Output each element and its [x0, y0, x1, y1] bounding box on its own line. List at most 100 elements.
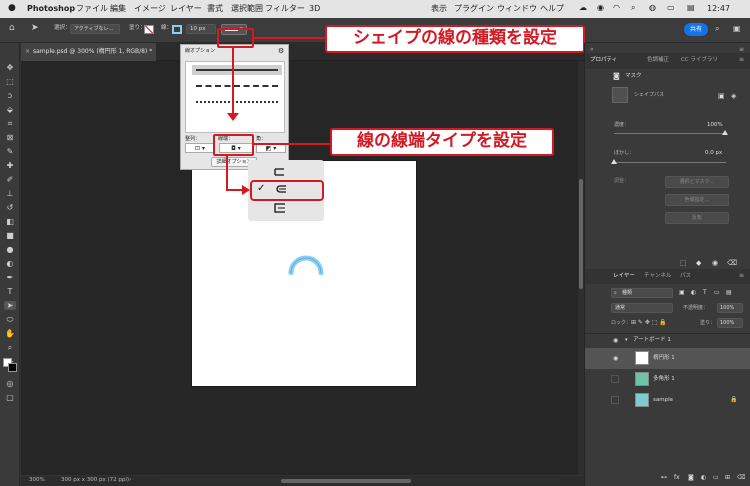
workspace-icon[interactable]: ▣ — [733, 25, 741, 33]
screen-mode-icon[interactable]: ▢ — [4, 393, 16, 402]
filter-adjust-icon[interactable]: ◐ — [691, 290, 696, 296]
horizontal-scroll-thumb[interactable] — [281, 479, 411, 483]
app-name-menu[interactable]: Photoshop — [27, 5, 75, 13]
document-tab[interactable]: × sample.psd @ 300% (楕円形 1, RGB/8) * — [21, 43, 156, 61]
dodge-tool-icon[interactable]: ◐ — [4, 259, 16, 268]
filter-smart-icon[interactable]: ▤ — [726, 290, 732, 296]
line-option-solid[interactable] — [192, 65, 282, 75]
wifi-icon[interactable]: ◠ — [613, 4, 620, 12]
color-range-button[interactable]: 色域指定… — [665, 194, 729, 206]
lasso-tool-icon[interactable]: ↄ — [4, 91, 16, 100]
feather-slider[interactable] — [611, 159, 726, 164]
gradient-tool-icon[interactable]: ■ — [4, 231, 16, 240]
stamp-tool-icon[interactable]: ⊥ — [4, 189, 16, 198]
gear-icon[interactable]: ⚙ — [278, 48, 284, 55]
home-icon[interactable]: ⌂ — [9, 24, 15, 33]
frame-tool-icon[interactable]: ⊠ — [4, 133, 16, 142]
battery-icon[interactable]: ▭ — [667, 4, 675, 12]
marquee-tool-icon[interactable]: ⬚ — [4, 77, 16, 86]
shape-tool-icon[interactable]: ⬭ — [4, 315, 16, 324]
close-icon[interactable]: × — [25, 49, 30, 55]
eyedropper-tool-icon[interactable]: ✎ — [4, 147, 16, 156]
add-pixel-mask-icon[interactable]: ▣ — [718, 93, 725, 100]
user-icon[interactable]: ◍ — [649, 4, 656, 12]
horizontal-scrollbar[interactable] — [161, 478, 561, 484]
add-vector-mask-icon[interactable]: ◈ — [731, 93, 736, 100]
line-option-dashed[interactable] — [192, 81, 282, 91]
delete-icon[interactable]: ⌫ — [727, 260, 737, 267]
clock[interactable]: 12:47 — [707, 5, 730, 13]
control-center-icon[interactable]: ▤ — [687, 4, 695, 12]
layer-filter-dropdown[interactable]: ⌕ 種類 — [611, 288, 673, 298]
line-option-dotted[interactable] — [192, 97, 282, 107]
chevron-right-icon[interactable]: › — [129, 477, 131, 484]
menu-filter[interactable]: フィルター — [265, 5, 305, 13]
arc-shape[interactable] — [286, 251, 326, 275]
tab-layers[interactable]: レイヤー — [613, 273, 635, 280]
visibility-toggle[interactable] — [611, 375, 619, 383]
pen-tool-icon[interactable]: ✒ — [4, 273, 16, 282]
link-icon[interactable]: ⊷ — [661, 475, 667, 481]
opacity-field[interactable]: 100% — [717, 303, 743, 313]
fill-field[interactable]: 100% — [717, 318, 743, 328]
crop-tool-icon[interactable]: ⌗ — [4, 119, 16, 128]
filter-type-icon[interactable]: T — [703, 290, 707, 296]
menu-type[interactable]: 書式 — [207, 5, 223, 13]
tab-paths[interactable]: パス — [680, 273, 691, 280]
select-dropdown[interactable]: アクティブなレ… — [70, 24, 120, 34]
sync-icon[interactable]: ◉ — [597, 4, 604, 12]
eye-icon[interactable]: ◉ — [613, 338, 618, 344]
artboard-row[interactable]: ◉ ▾ アートボード 1 — [585, 333, 750, 347]
stroke-width-field[interactable]: 10 px — [186, 24, 216, 34]
layer-row-sample[interactable]: sample 🔒 — [585, 390, 750, 411]
tab-properties[interactable]: プロパティ — [590, 57, 617, 64]
hand-tool-icon[interactable]: ✋ — [4, 329, 16, 338]
background-color-swatch[interactable] — [8, 363, 17, 372]
menu-select[interactable]: 選択範囲 — [231, 5, 263, 13]
panel-menu-icon[interactable]: ≡ — [739, 273, 744, 279]
load-selection-icon[interactable]: ⬚ — [680, 260, 687, 267]
chevron-down-icon[interactable]: ▾ — [625, 338, 628, 343]
apply-mask-icon[interactable]: ◆ — [696, 260, 701, 267]
density-slider[interactable] — [614, 130, 728, 135]
search-icon[interactable]: ⌕ — [631, 4, 635, 12]
menu-image[interactable]: イメージ — [134, 5, 166, 13]
select-and-mask-button[interactable]: 選択とマスク… — [665, 176, 729, 188]
healing-tool-icon[interactable]: ✚ — [4, 161, 16, 170]
lock-icons[interactable]: ⊞ ✎ ✥ ⬚ 🔒 — [631, 320, 667, 326]
new-layer-icon[interactable]: ⊞ — [725, 475, 730, 481]
tab-channels[interactable]: チャンネル — [644, 273, 671, 280]
zoom-tool-icon[interactable]: ⌕ — [4, 343, 16, 352]
fill-swatch[interactable] — [144, 25, 154, 34]
object-select-tool-icon[interactable]: ⬙ — [4, 105, 16, 114]
layer-row-ellipse[interactable]: ◉ 楕円形 1 — [585, 348, 750, 369]
history-brush-tool-icon[interactable]: ↺ — [4, 203, 16, 212]
search-icon[interactable]: ⌕ — [715, 25, 719, 33]
adjustment-layer-icon[interactable]: ◐ — [701, 475, 706, 481]
move-tool-icon[interactable]: ✥ — [4, 63, 16, 72]
type-tool-icon[interactable]: T — [4, 287, 16, 296]
menu-layer[interactable]: レイヤー — [170, 5, 202, 13]
menu-help[interactable]: ヘルプ — [540, 5, 564, 13]
eye-icon[interactable]: ◉ — [613, 356, 618, 362]
menu-edit[interactable]: 編集 — [110, 5, 126, 13]
align-dropdown[interactable]: ⊡ ▾ — [185, 143, 215, 153]
filter-shape-icon[interactable]: ▭ — [714, 290, 720, 296]
tab-cc-libraries[interactable]: CC ライブラリ — [681, 57, 718, 64]
shape-path-thumbnail[interactable] — [612, 87, 628, 103]
trash-icon[interactable]: ⌫ — [737, 475, 745, 481]
cloud-icon[interactable]: ☁ — [579, 4, 587, 12]
menu-3d[interactable]: 3D — [309, 5, 320, 13]
stroke-swatch[interactable] — [172, 25, 182, 34]
path-selection-tool-icon[interactable]: ➤ — [4, 301, 16, 310]
menu-window[interactable]: ウィンドウ — [497, 5, 537, 13]
share-button[interactable]: 共有 — [684, 23, 708, 36]
quick-mask-icon[interactable]: ◎ — [4, 379, 16, 388]
menu-file[interactable]: ファイル — [76, 5, 108, 13]
apple-icon[interactable]: ● — [8, 4, 16, 13]
feather-value[interactable]: 0.0 px — [705, 150, 722, 157]
eraser-tool-icon[interactable]: ◧ — [4, 217, 16, 226]
menu-plugins[interactable]: プラグイン — [454, 5, 494, 13]
tab-adjustments[interactable]: 色調補正 — [647, 57, 669, 64]
brush-tool-icon[interactable]: ✐ — [4, 175, 16, 184]
